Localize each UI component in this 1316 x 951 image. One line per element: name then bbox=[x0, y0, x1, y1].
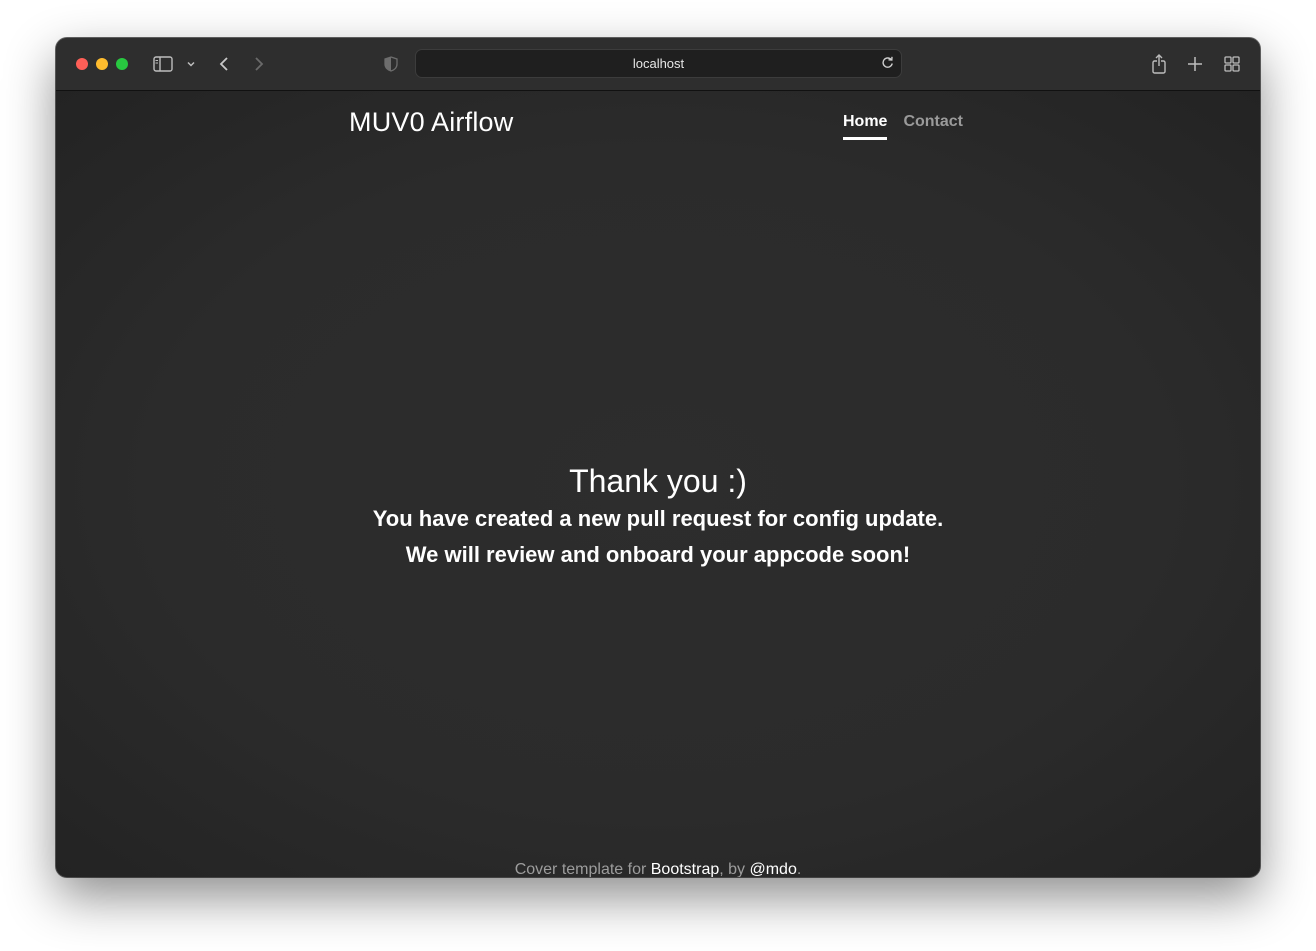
page-title: Thank you :) bbox=[569, 463, 747, 499]
sidebar-toggle-icon[interactable] bbox=[152, 52, 174, 76]
bootstrap-link[interactable]: Bootstrap bbox=[651, 861, 719, 877]
share-icon[interactable] bbox=[1149, 52, 1169, 76]
minimize-window-button[interactable] bbox=[96, 58, 108, 70]
reload-icon[interactable] bbox=[881, 56, 894, 72]
browser-toolbar: localhost bbox=[56, 38, 1260, 91]
chevron-down-icon[interactable] bbox=[185, 52, 197, 76]
tab-overview-icon[interactable] bbox=[1222, 52, 1242, 76]
page-content: MUV0 Airflow Home Contact Thank you :) Y… bbox=[56, 91, 1260, 877]
back-icon[interactable] bbox=[216, 52, 232, 76]
nav-link-home[interactable]: Home bbox=[843, 113, 888, 140]
nav-link-contact[interactable]: Contact bbox=[903, 113, 963, 140]
brand-title[interactable]: MUV0 Airflow bbox=[349, 107, 513, 138]
forward-icon[interactable] bbox=[251, 52, 267, 76]
mdo-link[interactable]: @mdo bbox=[749, 861, 796, 877]
new-tab-icon[interactable] bbox=[1185, 52, 1205, 76]
hero-section: Thank you :) You have created a new pull… bbox=[56, 461, 1260, 573]
footer-text-suffix: . bbox=[796, 861, 802, 877]
lead-text-line-2: We will review and onboard your appcode … bbox=[405, 542, 911, 567]
close-window-button[interactable] bbox=[76, 58, 88, 70]
browser-window: localhost MUV0 Airflow Home Contact Than… bbox=[56, 38, 1260, 877]
privacy-shield-icon[interactable] bbox=[382, 52, 400, 76]
lead-text-line-1: You have created a new pull request for … bbox=[372, 506, 944, 531]
address-bar[interactable]: localhost bbox=[415, 49, 902, 78]
footer: Cover template for Bootstrap, by @mdo. bbox=[56, 861, 1260, 877]
footer-text-prefix: Cover template for bbox=[514, 861, 651, 877]
maximize-window-button[interactable] bbox=[116, 58, 128, 70]
url-text: localhost bbox=[632, 56, 685, 71]
main-nav: Home Contact bbox=[843, 113, 963, 140]
footer-text-middle: , by bbox=[719, 861, 750, 877]
